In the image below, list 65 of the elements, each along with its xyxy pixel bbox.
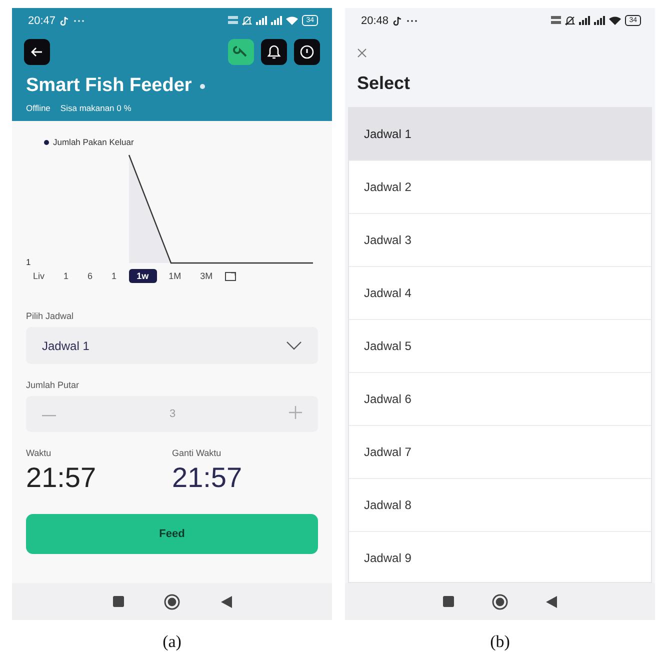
- notifications-button[interactable]: [261, 39, 287, 65]
- connection-status: Offline: [26, 103, 50, 113]
- schedule-dropdown[interactable]: Jadwal 1: [26, 327, 318, 364]
- range-tab[interactable]: 1w: [128, 269, 157, 283]
- close-button[interactable]: [357, 48, 367, 58]
- clock: 20:48: [361, 14, 389, 26]
- range-tab[interactable]: 3M: [193, 269, 220, 283]
- data-speed-icon: [551, 16, 562, 25]
- back-icon[interactable]: [220, 596, 232, 608]
- time-value: 21:57: [26, 462, 98, 494]
- home-icon[interactable]: [492, 594, 508, 610]
- schedule-option[interactable]: Jadwal 4: [349, 267, 651, 320]
- field-label: Pilih Jadwal: [26, 311, 75, 321]
- signal-icon: [271, 16, 282, 25]
- figure-caption: (b): [489, 630, 511, 652]
- more-dots-icon: [72, 18, 85, 22]
- turns-value: 3: [169, 408, 176, 420]
- dialog-title: Select: [356, 72, 412, 95]
- status-dot: [200, 84, 205, 88]
- recent-apps-icon[interactable]: [112, 596, 124, 607]
- back-icon[interactable]: [546, 596, 557, 608]
- signal-icon: [256, 16, 268, 25]
- minus-icon: [42, 415, 56, 417]
- info-button[interactable]: [294, 39, 320, 65]
- figure-caption: (a): [162, 630, 182, 652]
- chevron-down-icon: [286, 341, 302, 350]
- schedule-option[interactable]: Jadwal 7: [349, 426, 651, 479]
- range-tab[interactable]: 6: [80, 269, 100, 283]
- field-label: Jumlah Putar: [26, 380, 80, 390]
- range-tab[interactable]: 1: [56, 269, 76, 283]
- home-icon[interactable]: [164, 594, 180, 610]
- clock: 20:47: [28, 14, 56, 26]
- feed-button[interactable]: Feed: [26, 514, 318, 554]
- schedule-option[interactable]: Jadwal 8: [349, 479, 651, 532]
- schedule-option[interactable]: Jadwal 1: [349, 108, 651, 161]
- app-title: Smart Fish Feeder: [26, 75, 192, 97]
- wifi-icon: [286, 16, 298, 25]
- signal-icon: [594, 16, 606, 25]
- signal-icon: [579, 16, 590, 25]
- fullscreen-icon[interactable]: [224, 272, 236, 280]
- schedule-option[interactable]: Jadwal 2: [349, 161, 651, 214]
- food-remaining: Sisa makanan 0 %: [60, 103, 132, 113]
- legend-label: Jumlah Pakan Keluar: [53, 137, 134, 147]
- range-tab[interactable]: 1: [104, 269, 124, 283]
- back-button[interactable]: [24, 39, 50, 65]
- time-label: Ganti Waktu: [172, 448, 222, 458]
- muted-bell-icon: [565, 16, 576, 26]
- time-label: Waktu: [26, 448, 52, 458]
- wifi-icon: [609, 16, 622, 25]
- range-tab[interactable]: Liv: [26, 269, 52, 283]
- schedule-option[interactable]: Jadwal 3: [349, 214, 651, 267]
- plus-icon: [289, 406, 302, 419]
- data-speed-icon: [228, 16, 238, 25]
- more-dots-icon: [406, 18, 418, 22]
- music-note-icon: [392, 16, 402, 26]
- axis-tick: 1: [26, 257, 31, 267]
- range-tab[interactable]: 1M: [162, 269, 188, 283]
- settings-button[interactable]: [228, 39, 254, 65]
- close-icon: [357, 48, 367, 58]
- time-value[interactable]: 21:57: [172, 462, 318, 494]
- music-note-icon: [60, 16, 69, 26]
- muted-bell-icon: [242, 16, 252, 26]
- legend-dot: [44, 140, 49, 144]
- schedule-option[interactable]: Jadwal 6: [349, 373, 651, 426]
- schedule-option[interactable]: Jadwal 5: [349, 320, 651, 373]
